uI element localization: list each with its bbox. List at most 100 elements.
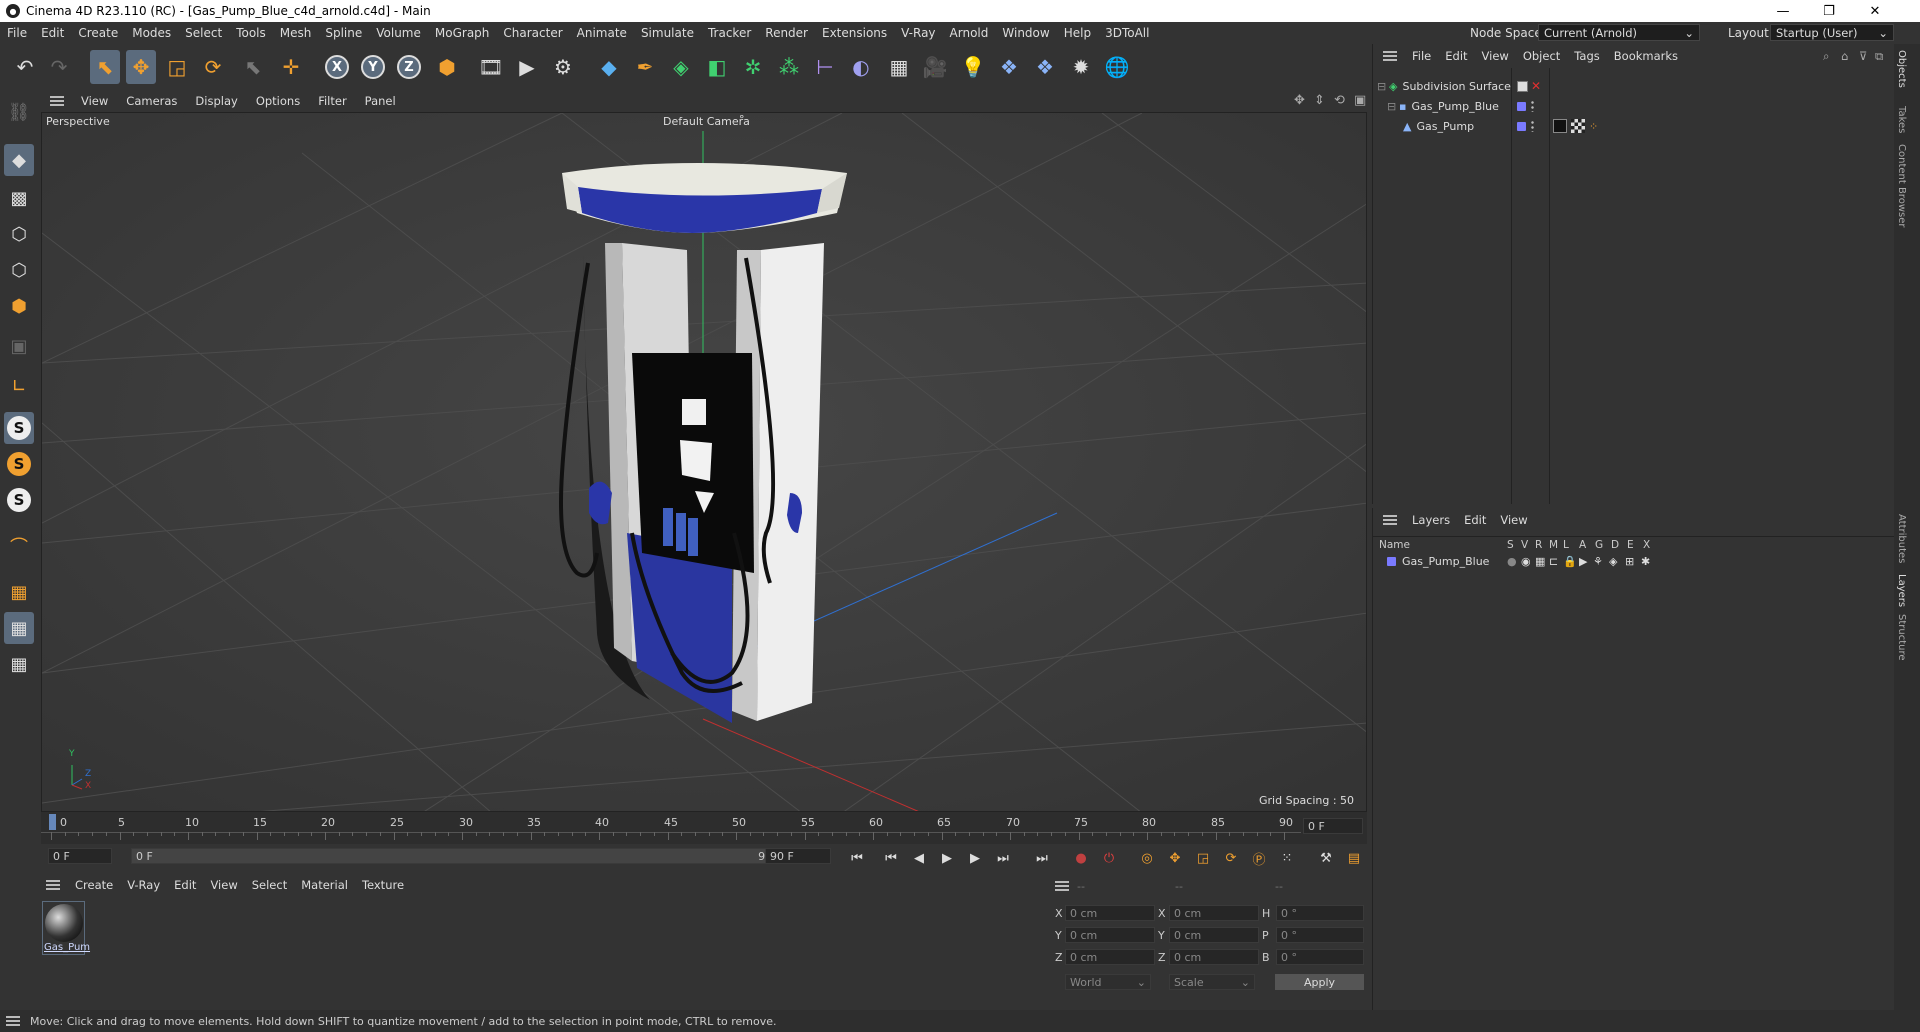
minimize-button[interactable]: — [1760, 0, 1806, 22]
coordinate-mode-dropdown[interactable]: Scale ⌄ [1169, 974, 1255, 990]
layer-color-swatch[interactable] [1517, 101, 1526, 111]
material-tag-icon[interactable] [1553, 119, 1567, 133]
col-render[interactable]: R [1535, 539, 1542, 551]
maximize-button[interactable]: ❐ [1806, 0, 1852, 22]
tab-objects[interactable]: Objects [1896, 50, 1907, 88]
move-icon[interactable]: ✥ [126, 50, 156, 84]
menu-tracker[interactable]: Tracker [701, 26, 758, 40]
xref-icon[interactable]: ✱ [1641, 555, 1650, 568]
y-axis-button[interactable]: Y [358, 50, 388, 84]
workplane-icon[interactable]: ∟ [4, 370, 34, 402]
layer-grid-icon[interactable]: ▦ [4, 648, 34, 680]
visibility-dots-icon[interactable] [1531, 100, 1534, 112]
render-settings-icon[interactable]: ⚙ [548, 50, 578, 84]
objects-menu-view[interactable]: View [1475, 49, 1516, 63]
layer-color-swatch[interactable] [1387, 556, 1396, 566]
rot-p-field[interactable]: 0 ° [1276, 927, 1364, 943]
texture-mode-icon[interactable]: ▩ [4, 182, 34, 214]
rot-h-field[interactable]: 0 ° [1276, 905, 1364, 921]
viewport-menu-icon[interactable] [50, 96, 64, 106]
snap-settings-button[interactable]: S [4, 448, 34, 480]
col-deformers[interactable]: D [1611, 539, 1619, 551]
menu-character[interactable]: Character [496, 26, 569, 40]
home-icon[interactable]: ⌂ [1841, 49, 1848, 63]
layer-row[interactable]: Gas_Pump_Blue ● ◉ ▦ ⊏ 🔒 ▶ ⚘ ◈ ⊞ ✱ [1387, 552, 1895, 570]
snap-button[interactable]: S [4, 412, 34, 444]
col-solo[interactable]: S [1507, 539, 1514, 551]
menu-edit[interactable]: Edit [34, 26, 71, 40]
start-frame-field[interactable]: 0 F [48, 848, 112, 864]
tab-structure[interactable]: Structure [1896, 614, 1907, 661]
snap-3d-button[interactable]: S [4, 484, 34, 516]
make-editable-icon[interactable]: ⛓ [4, 96, 34, 128]
material-menu-view[interactable]: View [203, 878, 244, 892]
recent-tools-icon[interactable]: ⬉ [238, 50, 268, 84]
key-pla-icon[interactable]: ⁙ [1277, 848, 1297, 868]
viewport-menu-display[interactable]: Display [186, 94, 246, 108]
camera-target-icon[interactable]: ° [739, 113, 745, 126]
coords-menu-icon[interactable] [1055, 881, 1069, 891]
menu-spline[interactable]: Spline [318, 26, 369, 40]
object-row-gas-pump-blue[interactable]: ⊟ ▪ Gas_Pump_Blue [1387, 97, 1895, 115]
camera-icon[interactable]: 🎥 [920, 50, 950, 84]
layers-menu-layers[interactable]: Layers [1405, 513, 1457, 527]
collapse-icon[interactable]: ⊟ [1387, 100, 1399, 113]
tab-content-browser[interactable]: Content Browser [1896, 144, 1907, 227]
keyframe-selection-icon[interactable]: ◎ [1137, 848, 1157, 868]
manager-icon[interactable]: ⊏ [1549, 555, 1558, 568]
floor-grid-icon[interactable]: ▦ [4, 576, 34, 608]
node-space-dropdown[interactable]: Current (Arnold) ⌄ [1538, 24, 1700, 41]
viewport-menu-cameras[interactable]: Cameras [117, 94, 186, 108]
magnet-icon[interactable]: ⌒ [4, 530, 34, 562]
subdivision-icon[interactable]: ◈ [666, 50, 696, 84]
pos-y-field[interactable]: 0 cm [1065, 927, 1155, 943]
pos-z-field[interactable]: 0 cm [1065, 949, 1155, 965]
rotate-icon[interactable]: ⟳ [198, 50, 228, 84]
key-scale-icon[interactable]: ◲ [1193, 848, 1213, 868]
menu-window[interactable]: Window [995, 26, 1056, 40]
layer-color-swatch[interactable] [1517, 121, 1526, 131]
deformer-icon[interactable]: ◈ [1609, 555, 1617, 568]
col-animation[interactable]: A [1579, 539, 1586, 551]
mograph-icon[interactable]: ⁂ [774, 50, 804, 84]
menu-file[interactable]: File [0, 26, 34, 40]
next-key-icon[interactable]: ⏭ [993, 848, 1013, 868]
play-icon[interactable]: ▶ [937, 848, 957, 868]
previous-frame-icon[interactable]: ◀ [909, 848, 929, 868]
model-mode-icon[interactable]: ◆ [4, 144, 34, 176]
phong-tag-icon[interactable]: ⁘ [1589, 120, 1598, 133]
menu-modes[interactable]: Modes [125, 26, 178, 40]
material-menu-texture[interactable]: Texture [355, 878, 411, 892]
view-eye-icon[interactable]: ◉ [1521, 555, 1531, 568]
material-menu-create[interactable]: Create [68, 878, 120, 892]
render-icon[interactable]: ▦ [1535, 555, 1545, 568]
layers-menu-view[interactable]: View [1493, 513, 1534, 527]
new-window-icon[interactable]: ⧉ [1875, 49, 1883, 64]
rot-b-field[interactable]: 0 ° [1276, 949, 1364, 965]
floor-icon[interactable]: ▦ [884, 50, 914, 84]
menu-mesh[interactable]: Mesh [273, 26, 319, 40]
3d-viewport[interactable]: Perspective Default Camera ° Grid Spacin… [41, 112, 1367, 812]
viewport-menu-panel[interactable]: Panel [356, 94, 405, 108]
tab-layers[interactable]: Layers [1896, 574, 1907, 607]
menu-select[interactable]: Select [178, 26, 229, 40]
pos-x-field[interactable]: 0 cm [1065, 905, 1155, 921]
timeline-playhead[interactable] [49, 814, 56, 830]
menu-volume[interactable]: Volume [369, 26, 428, 40]
visibility-dots-icon[interactable] [1531, 120, 1534, 132]
close-button[interactable]: ✕ [1852, 0, 1898, 22]
render-view-icon[interactable]: 🎞 [476, 50, 506, 84]
coordinate-system-icon[interactable]: ⬢ [432, 50, 462, 84]
texture-tag-icon[interactable] [1571, 119, 1585, 133]
menu-tools[interactable]: Tools [229, 26, 273, 40]
viewport-zoom-icon[interactable]: ⇕ [1314, 93, 1325, 108]
previous-key-icon[interactable]: ⏮ [881, 848, 901, 868]
menu-arnold[interactable]: Arnold [943, 26, 996, 40]
col-view[interactable]: V [1521, 539, 1528, 551]
menu-extensions[interactable]: Extensions [815, 26, 894, 40]
viewport-maximize-icon[interactable]: ▣ [1354, 93, 1366, 108]
tab-takes[interactable]: Takes [1896, 106, 1907, 133]
col-generators[interactable]: G [1595, 539, 1603, 551]
search-icon[interactable]: ⌕ [1823, 49, 1829, 64]
objects-menu-file[interactable]: File [1405, 49, 1438, 63]
